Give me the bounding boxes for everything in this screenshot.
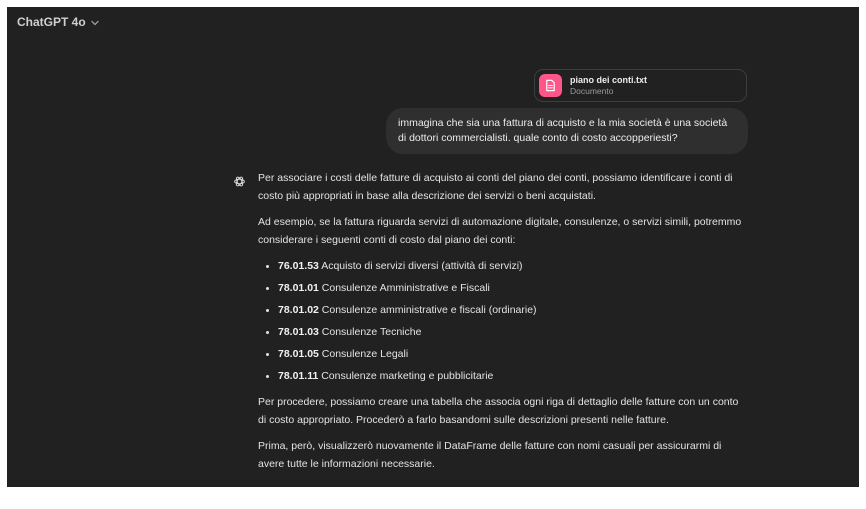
account-code: 78.01.05: [278, 348, 319, 360]
assistant-paragraph-next-step: Prima, però, visualizzerò nuovamente il …: [258, 440, 722, 470]
attachment-card[interactable]: piano dei conti.txt Documento: [534, 69, 747, 102]
account-label: Consulenze Amministrative e Fiscali: [321, 282, 490, 294]
model-name: ChatGPT 4o: [17, 15, 86, 29]
cost-account-list: 76.01.53 Acquisto di servizi diversi (at…: [258, 257, 748, 385]
account-code: 78.01.01: [278, 282, 319, 294]
chat-window: ChatGPT 4o piano dei conti.txt Documento…: [7, 7, 859, 487]
list-item: 78.01.02 Consulenze amministrative e fis…: [266, 301, 748, 319]
account-code: 76.01.53: [278, 260, 319, 272]
account-label: Acquisto di servizi diversi (attività di…: [321, 260, 523, 272]
model-selector[interactable]: ChatGPT 4o: [17, 15, 100, 29]
list-item: 78.01.03 Consulenze Tecniche: [266, 323, 748, 341]
assistant-message: Per associare i costi delle fatture di a…: [258, 169, 748, 481]
attachment-meta: piano dei conti.txt Documento: [570, 75, 647, 97]
list-item: 78.01.05 Consulenze Legali: [266, 345, 748, 363]
account-label: Consulenze Legali: [321, 348, 409, 360]
openai-logo-icon: [231, 173, 247, 189]
attachment-type: Documento: [570, 85, 614, 96]
document-icon: [539, 74, 562, 97]
attachment-name: piano dei conti.txt: [570, 74, 648, 85]
account-code: 78.01.03: [278, 326, 319, 338]
assistant-paragraph-intro: Per associare i costi delle fatture di a…: [258, 172, 733, 202]
list-item: 78.01.01 Consulenze Amministrative e Fis…: [266, 279, 748, 297]
account-code: 78.01.02: [278, 304, 319, 316]
chevron-down-icon: [90, 17, 100, 27]
assistant-paragraph-example: Ad esempio, se la fattura riguarda servi…: [258, 216, 742, 246]
assistant-paragraph-procedure: Per procedere, possiamo creare una tabel…: [258, 396, 739, 426]
list-item: 76.01.53 Acquisto di servizi diversi (at…: [266, 257, 748, 275]
account-label: Consulenze marketing e pubblicitarie: [321, 370, 494, 382]
account-label: Consulenze Tecniche: [321, 326, 422, 338]
user-message: immagina che sia una fattura di acquisto…: [386, 108, 748, 154]
account-code: 78.01.11: [278, 370, 319, 382]
list-item: 78.01.11 Consulenze marketing e pubblici…: [266, 367, 748, 385]
account-label: Consulenze amministrative e fiscali (ord…: [321, 304, 537, 316]
